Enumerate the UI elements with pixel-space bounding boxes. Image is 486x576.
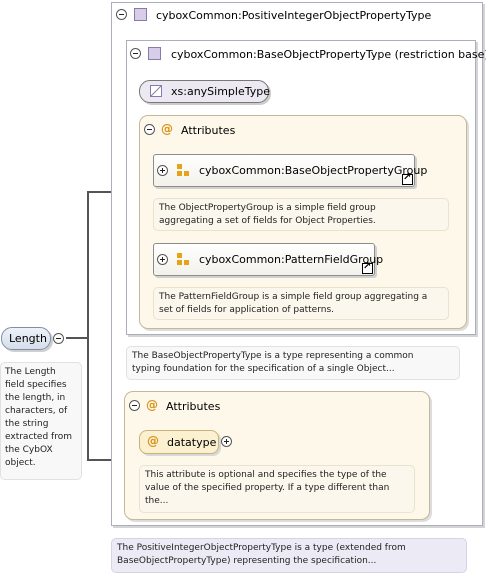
base-type-title: cyboxCommon:BaseObjectPropertyType (rest… [171,48,486,61]
complex-type-icon-base [148,47,161,60]
group-name: cyboxCommon:BaseObjectPropertyGroup [199,164,428,177]
group-documentation: The ObjectPropertyGroup is a simple fiel… [153,198,449,231]
length-element-node[interactable]: Length [1,327,51,350]
attribute-group-icon [177,253,189,265]
length-documentation: The Length field specifies the length, i… [0,362,82,480]
datatype-label: datatype [167,436,217,449]
attribute-at-icon: @ [147,434,159,448]
extension-attributes-label: Attributes [166,400,221,413]
simple-type-icon [150,85,162,97]
base-attributes-label: Attributes [181,124,236,137]
collapse-base-attributes-toggle[interactable] [144,124,155,135]
expand-group-toggle[interactable] [157,254,168,265]
length-element-name: Length [9,332,47,345]
expand-datatype-toggle[interactable] [221,436,232,447]
root-type-documentation: The PositiveIntegerObjectPropertyType is… [111,538,467,573]
attributes-at-icon: @ [146,398,158,412]
complex-type-icon [134,8,147,21]
collapse-root-toggle[interactable] [116,9,127,20]
attributes-at-icon: @ [161,122,173,136]
base-type-documentation: The BaseObjectPropertyType is a type rep… [126,346,460,380]
link-arrow-icon[interactable] [362,261,373,274]
link-arrow-icon[interactable] [402,172,413,185]
simple-type-label: xs:anySimpleType [171,85,270,98]
collapse-length-toggle[interactable] [53,333,64,344]
group-documentation: The PatternFieldGroup is a simple field … [153,287,449,320]
collapse-base-toggle[interactable] [130,48,141,59]
simple-type-node[interactable]: xs:anySimpleType [139,80,270,103]
datatype-attribute-node[interactable]: @ datatype [139,430,219,454]
collapse-extension-attributes-toggle[interactable] [129,400,140,411]
root-type-title: cyboxCommon:PositiveIntegerObjectPropert… [156,9,432,22]
datatype-documentation: This attribute is optional and specifies… [139,465,415,513]
attribute-group-icon [177,164,189,176]
expand-group-toggle[interactable] [157,165,168,176]
group-name: cyboxCommon:PatternFieldGroup [199,253,384,266]
